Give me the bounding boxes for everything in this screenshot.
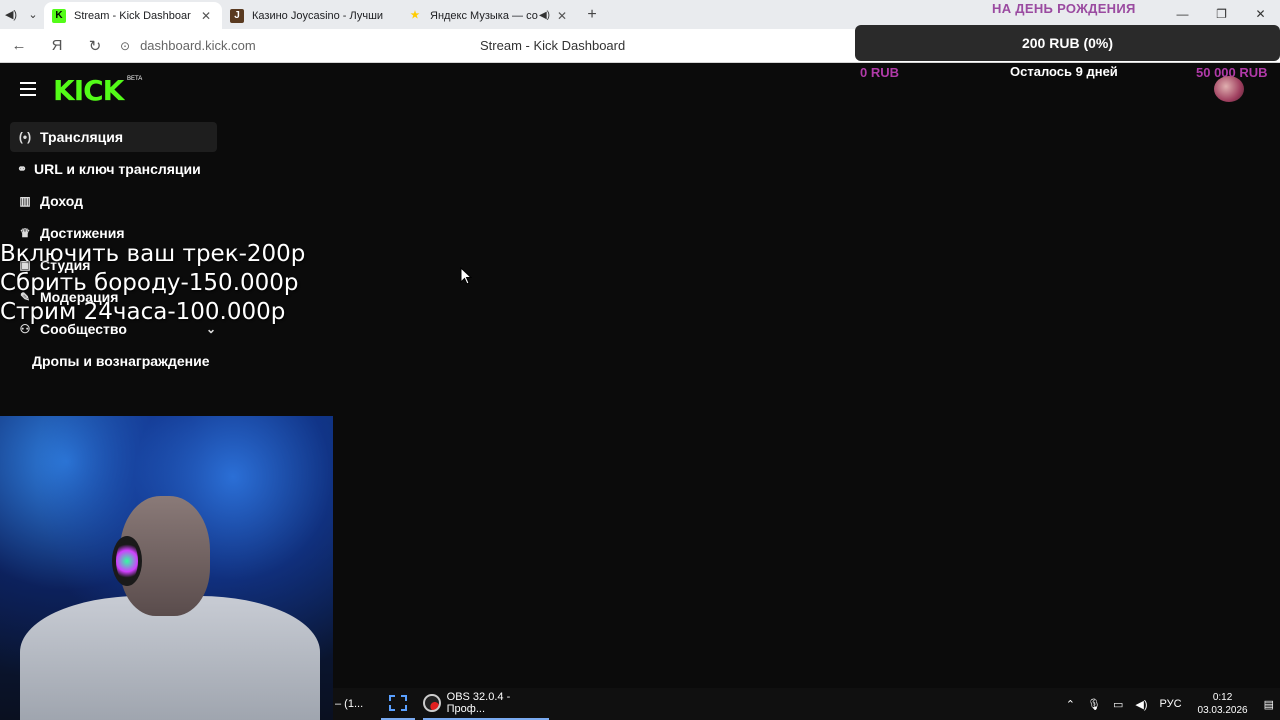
donation-header: НА ДЕНЬ РОЖДЕНИЯ: [992, 1, 1136, 16]
sidebar-item-label: Дропы и вознаграждение: [32, 353, 210, 369]
url-field[interactable]: ⊙ dashboard.kick.com: [120, 38, 256, 53]
sidebar-item-stream-key[interactable]: ⚭ URL и ключ трансляции: [10, 154, 217, 184]
tab-menu-chevron-icon[interactable]: ⌄: [22, 4, 44, 26]
hamburger-menu-icon[interactable]: [20, 82, 36, 100]
reload-icon[interactable]: ↻: [76, 37, 114, 55]
tab-yandex-music[interactable]: ★ Яндекс Музыка — со ◀) ✕: [400, 2, 578, 29]
taskbar-item[interactable]: – (1...: [335, 688, 381, 720]
new-tab-button[interactable]: +: [578, 6, 606, 24]
obs-icon: [423, 694, 441, 712]
sidebar-item-label: Трансляция: [40, 129, 124, 145]
trophy-icon: ♛: [19, 226, 31, 240]
chart-icon: ▥: [19, 194, 31, 208]
broadcast-icon: (•): [18, 130, 32, 144]
donation-progress-box: 200 RUB (0%): [855, 25, 1280, 61]
sidebar-item-label: Доход: [40, 193, 84, 209]
mouse-cursor-icon: [460, 267, 472, 285]
lock-icon[interactable]: ⊙: [120, 39, 130, 53]
overlay-line: Стрим 24часа-100.000р: [0, 299, 286, 325]
sidebar-item-income[interactable]: ▥ Доход: [10, 186, 217, 216]
tray-expand-icon[interactable]: ⌃: [1066, 698, 1075, 711]
system-tray: ⌃ 🎙 ▭ ◀) РУС 0:12 03.03.2026 ▤: [1060, 688, 1280, 720]
clock-date: 03.03.2026: [1197, 705, 1248, 716]
clock[interactable]: 0:12 03.03.2026: [1198, 691, 1248, 717]
sidebar-item-label: Достижения: [40, 225, 125, 241]
tab-audio-icon[interactable]: ◀): [539, 10, 550, 21]
microphone-icon[interactable]: 🎙: [1087, 698, 1101, 711]
donation-remaining-label: Осталось 9 дней: [1010, 64, 1118, 79]
close-tab-icon[interactable]: ✕: [198, 9, 214, 23]
beta-badge: BETA: [127, 76, 143, 82]
taskbar: – (1... OBS 32.0.4 - Проф... ⌃ 🎙 ▭ ◀) РУ…: [333, 688, 1280, 720]
language-indicator[interactable]: РУС: [1160, 698, 1182, 710]
notifications-icon[interactable]: ▤: [1264, 698, 1274, 711]
speaker-icon[interactable]: ◀): [0, 4, 22, 26]
avatar: [1214, 76, 1244, 102]
kick-favicon-icon: K: [52, 8, 66, 23]
page-title: Stream - Kick Dashboard: [480, 38, 626, 53]
link-icon: ⚭: [16, 162, 28, 176]
tab-title: Stream - Kick Dashboar: [74, 9, 191, 22]
tab-kick-dashboard[interactable]: K Stream - Kick Dashboar ✕: [44, 2, 222, 29]
overlay-line: Включить ваш трек-200р: [0, 241, 306, 267]
taskbar-item-label: OBS 32.0.4 - Проф...: [446, 691, 511, 715]
tab-joycasino[interactable]: J Казино Joycasino - Лучши: [222, 2, 400, 29]
sidebar-item-label: URL и ключ трансляции: [34, 161, 201, 177]
volume-icon[interactable]: ◀): [1135, 698, 1147, 711]
back-icon[interactable]: ←: [0, 37, 38, 54]
headset-icon: [112, 536, 142, 586]
donation-progress-text: 200 RUB (0%): [1021, 35, 1114, 51]
snip-icon: [389, 695, 407, 711]
close-tab-icon[interactable]: ✕: [554, 9, 570, 23]
tab-title: Яндекс Музыка — со: [430, 9, 538, 22]
yandex-icon[interactable]: Я: [38, 37, 76, 54]
url-text: dashboard.kick.com: [140, 38, 256, 53]
sidebar-item-drops[interactable]: Дропы и вознаграждение: [32, 346, 239, 376]
joycasino-favicon-icon: J: [230, 8, 244, 23]
screen: ◀) ⌄ K Stream - Kick Dashboar ✕ J Казино…: [0, 0, 1280, 720]
taskbar-snip-tool[interactable]: [381, 688, 415, 720]
network-icon[interactable]: ▭: [1113, 698, 1123, 711]
overlay-line: Сбрить бороду-150.000р: [0, 270, 299, 296]
sidebar-item-broadcast[interactable]: (•) Трансляция: [10, 122, 217, 152]
webcam-feed: [0, 416, 333, 720]
yandex-music-favicon-icon: ★: [410, 10, 420, 21]
clock-time: 0:12: [1212, 692, 1233, 703]
taskbar-item-label: – (1...: [335, 698, 364, 710]
tab-title: Казино Joycasino - Лучши: [252, 9, 384, 22]
donation-min-label: 0 RUB: [860, 65, 900, 80]
taskbar-obs[interactable]: OBS 32.0.4 - Проф...: [423, 688, 549, 720]
kick-logo[interactable]: KICK: [53, 74, 124, 107]
